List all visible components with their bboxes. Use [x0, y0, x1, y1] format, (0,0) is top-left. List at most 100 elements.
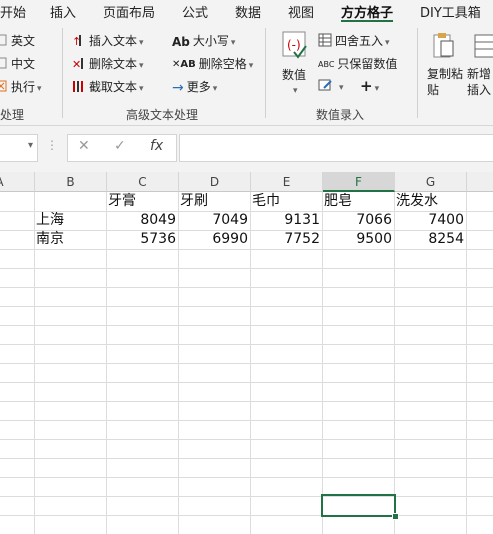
abc-icon: ABC: [318, 60, 335, 69]
grid-line: [0, 249, 493, 250]
grid-line: [0, 306, 493, 307]
chevron-down-icon: ▾: [37, 84, 42, 94]
active-cell-selection[interactable]: [321, 494, 396, 517]
column-header-c[interactable]: C: [107, 172, 179, 192]
column-header-a[interactable]: A: [0, 172, 35, 192]
keep-values-label: 只保留数值: [337, 57, 398, 71]
keep-values-button[interactable]: ABC 只保留数值: [318, 55, 397, 72]
copy-paste-label: 复制粘贴: [427, 67, 464, 97]
delete-text-button[interactable]: ✕ 删除文本 ▾: [72, 55, 144, 73]
remove-spaces-label: 删除空格: [198, 57, 247, 71]
extract-text-button[interactable]: 截取文本 ▾: [72, 78, 144, 96]
tab-home[interactable]: 开始: [0, 2, 26, 21]
svg-text:(-): (-): [287, 38, 301, 52]
group-separator: [62, 28, 63, 118]
city-cell[interactable]: 上海: [36, 211, 106, 230]
remove-spaces-button[interactable]: ✕AB 删除空格 ▾: [172, 55, 253, 72]
value-cell[interactable]: 9131: [251, 211, 322, 230]
formula-actions: ✕ ✓ fx: [67, 134, 177, 162]
chevron-down-icon: ▾: [248, 61, 254, 71]
value-cell[interactable]: 9500: [323, 230, 394, 249]
ribbon-panel: 英文 中文 执行 ▾ 处理 ↑ 插入文本 ▾ ✕ 删除文本 ▾ 截取文本 ▾ Ab 大小写 ▾ …: [0, 22, 493, 126]
insert-text-button[interactable]: ↑ 插入文本 ▾: [72, 32, 144, 50]
insert-text-icon: ↑: [72, 33, 86, 50]
english-button[interactable]: 英文: [0, 32, 35, 49]
insert-text-label: 插入文本: [89, 34, 138, 48]
chevron-down-icon: ▾: [339, 83, 344, 93]
numeric-button[interactable]: (-): [279, 30, 309, 63]
extract-text-icon: [72, 79, 86, 96]
column-header-g[interactable]: G: [395, 172, 467, 192]
value-cell[interactable]: 5736: [107, 230, 178, 249]
checkbox-icon: [0, 34, 8, 49]
tab-page-layout[interactable]: 页面布局: [103, 2, 155, 21]
chevron-down-icon: ▾: [385, 38, 390, 48]
formula-input[interactable]: [179, 134, 493, 162]
value-cell[interactable]: 7066: [323, 211, 394, 230]
grid-line: [0, 325, 493, 326]
value-cell[interactable]: 7752: [251, 230, 322, 249]
english-label: 英文: [11, 34, 36, 48]
grid-line: [0, 363, 493, 364]
grid-line: [0, 439, 493, 440]
column-header-e[interactable]: E: [251, 172, 323, 192]
grid-line: [0, 287, 493, 288]
copy-paste-button[interactable]: [432, 32, 456, 63]
header-cell[interactable]: 洗发水: [396, 192, 466, 211]
tab-insert[interactable]: 插入: [50, 2, 76, 21]
chevron-down-icon: ▾: [374, 84, 380, 94]
new-insert-button[interactable]: [473, 32, 493, 63]
function-icon[interactable]: fx: [150, 138, 163, 154]
grid-line: [0, 458, 493, 459]
header-cell[interactable]: 牙膏: [108, 192, 178, 211]
case-button[interactable]: Ab 大小写 ▾: [172, 32, 235, 49]
grid-line: [0, 515, 493, 516]
remove-spaces-icon: ✕AB: [172, 59, 196, 70]
tab-data[interactable]: 数据: [235, 2, 261, 21]
execute-label: 执行: [11, 80, 36, 94]
plus-dropdown-button[interactable]: + ▾: [360, 77, 379, 95]
name-box[interactable]: ▾: [0, 134, 38, 162]
value-cell[interactable]: 7400: [395, 211, 466, 230]
grid-line: [0, 401, 493, 402]
fill-handle[interactable]: [392, 513, 399, 520]
case-icon: Ab: [172, 34, 190, 49]
grid-line: [0, 344, 493, 345]
group-label-data-entry: 数值录入: [316, 108, 365, 122]
delete-text-label: 删除文本: [89, 57, 138, 71]
value-cell[interactable]: 7049: [179, 211, 250, 230]
city-cell[interactable]: 南京: [36, 230, 106, 249]
tab-view[interactable]: 视图: [288, 2, 314, 21]
header-cell[interactable]: 毛巾: [252, 192, 322, 211]
value-cell[interactable]: 6990: [179, 230, 250, 249]
numeric-label: 数值: [282, 68, 307, 82]
header-cell[interactable]: 肥皂: [324, 192, 394, 211]
value-cell[interactable]: 8049: [107, 211, 178, 230]
column-header-d[interactable]: D: [179, 172, 251, 192]
more-button[interactable]: → 更多 ▾: [172, 78, 217, 96]
chevron-down-icon: ▾: [139, 84, 144, 94]
tab-fangfanggezi[interactable]: 方方格子: [341, 2, 393, 21]
execute-button[interactable]: 执行 ▾: [0, 78, 42, 95]
header-cell[interactable]: 牙刷: [180, 192, 250, 211]
value-cell[interactable]: 8254: [395, 230, 466, 249]
chinese-button[interactable]: 中文: [0, 55, 35, 72]
edit-icon: [318, 78, 334, 95]
edit-dropdown-button[interactable]: ▾: [318, 78, 344, 95]
enter-icon[interactable]: ✓: [114, 138, 126, 154]
cancel-icon[interactable]: ✕: [78, 138, 90, 154]
case-label: 大小写: [192, 34, 229, 48]
spreadsheet-grid[interactable]: A B C D E F G 牙膏 牙刷 毛巾 肥皂 洗发水 上海 8049 70…: [0, 172, 493, 534]
column-header-h[interactable]: [467, 172, 493, 192]
more-dots-icon: ⋮: [46, 138, 58, 152]
tab-diy-toolbox[interactable]: DIY工具箱: [420, 2, 481, 21]
formula-bar: ▾ ⋮ ✕ ✓ fx: [0, 126, 493, 172]
column-header-b[interactable]: B: [35, 172, 107, 192]
tab-formulas[interactable]: 公式: [182, 2, 208, 21]
round-button[interactable]: 四舍五入 ▾: [318, 32, 390, 50]
chinese-label: 中文: [11, 57, 36, 71]
column-header-f[interactable]: F: [323, 172, 395, 192]
grid-line: [0, 382, 493, 383]
group-label-process: 处理: [0, 108, 25, 122]
chevron-down-icon: ▾: [212, 84, 218, 94]
